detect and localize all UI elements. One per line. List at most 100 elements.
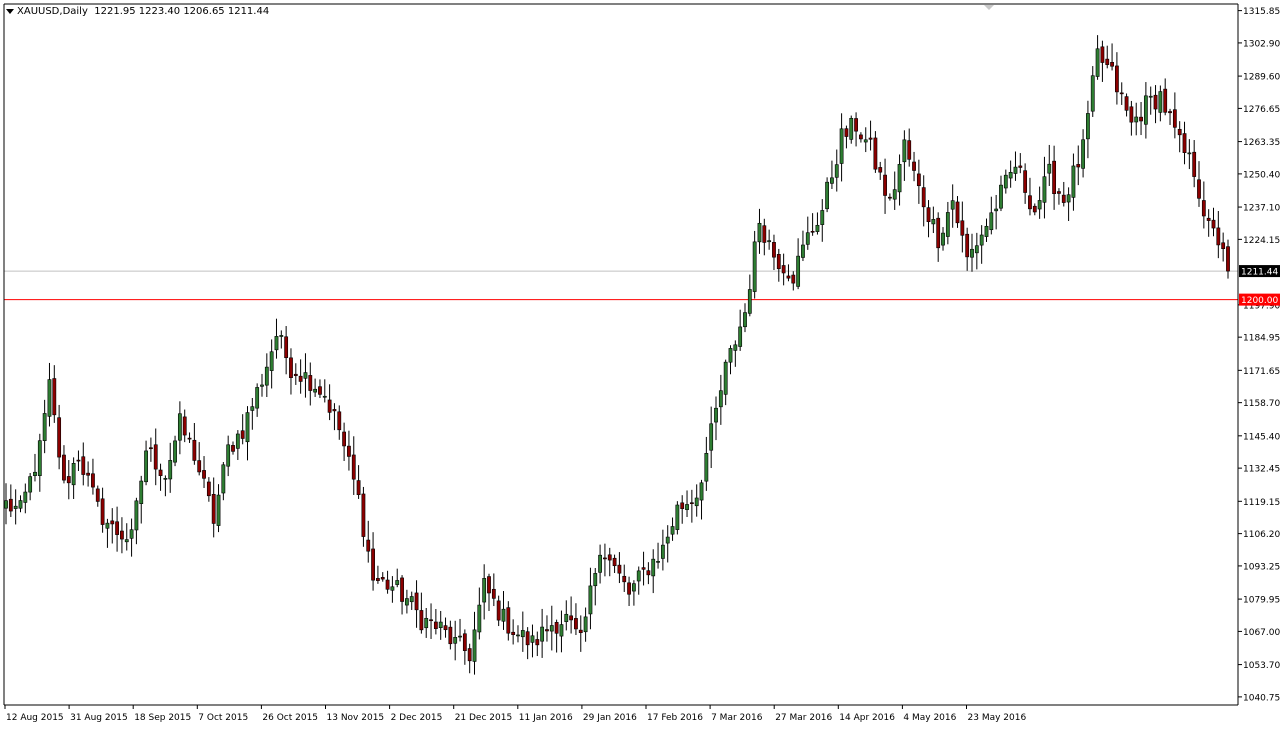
candle-body <box>974 245 979 254</box>
candle-body <box>501 608 506 622</box>
candle-body <box>1187 152 1192 155</box>
candle-body <box>1023 170 1028 193</box>
candle-body <box>206 481 211 497</box>
y-tick-label: 1132.45 <box>1243 465 1280 475</box>
y-tick-label: 1106.20 <box>1243 530 1280 540</box>
candle-body <box>458 635 462 638</box>
candle-body <box>472 629 477 662</box>
candle-body <box>134 500 139 531</box>
y-tick-label: 1237.10 <box>1243 204 1280 214</box>
candle-body <box>651 558 656 577</box>
candle-body <box>376 578 380 581</box>
candle-body <box>226 444 231 467</box>
chart-area[interactable]: 1315.85 1302.90 1289.60 1276.65 1263.35 1250.… <box>0 0 1282 726</box>
candle-body <box>516 634 520 637</box>
candle-body <box>931 219 936 225</box>
candle-body <box>1177 128 1182 136</box>
candle-body <box>757 222 762 243</box>
candle-body <box>883 174 887 196</box>
candle-body <box>274 336 279 351</box>
candle-body <box>1105 58 1110 65</box>
y-tick-label: 1263.35 <box>1243 138 1280 148</box>
candle-body <box>1143 95 1148 125</box>
candle-body <box>52 378 57 416</box>
candle-body <box>873 137 878 170</box>
candle-body <box>665 536 670 544</box>
candle-body <box>1221 242 1226 250</box>
candle-body <box>506 607 511 634</box>
candle-body <box>907 140 912 160</box>
candle-body <box>289 357 293 378</box>
candle-body <box>796 255 801 287</box>
y-tick-label: 1158.70 <box>1243 399 1280 409</box>
candle-body <box>366 539 371 552</box>
candle-body <box>979 234 984 246</box>
candle-body <box>308 375 313 391</box>
x-tick-label: 7 Mar 2016 <box>711 713 763 723</box>
candle-body <box>878 167 883 173</box>
candle-body <box>1216 227 1221 246</box>
candle-body <box>371 548 375 581</box>
y-tick-label: 1276.65 <box>1243 105 1280 115</box>
candle-body <box>887 196 892 199</box>
candle-body <box>487 576 491 594</box>
symbol-name: XAUUSD <box>17 6 60 17</box>
candle-body <box>554 622 559 634</box>
candle-body <box>62 454 66 481</box>
candle-body <box>202 470 206 479</box>
x-tick-label: 23 May 2016 <box>968 713 1027 723</box>
candle-body <box>453 637 458 644</box>
candle-body <box>414 592 419 611</box>
y-tick-label: 1040.75 <box>1243 693 1280 703</box>
candle-body <box>86 472 91 476</box>
y-tick-label: 1184.95 <box>1243 334 1280 344</box>
x-tick-label: 11 Jan 2016 <box>519 713 573 723</box>
candle-body <box>921 187 926 208</box>
candle-body <box>264 366 269 386</box>
candle-body <box>245 412 250 443</box>
candle-body <box>124 539 129 543</box>
x-tick-label: 31 Aug 2015 <box>70 713 128 723</box>
candle-body <box>1100 46 1105 63</box>
candle-body <box>834 164 839 178</box>
candle-body <box>221 464 226 494</box>
dropdown-triangle-icon[interactable] <box>6 8 14 14</box>
candle-body <box>153 444 158 470</box>
candle-body <box>902 139 907 163</box>
candle-body <box>675 504 680 530</box>
candle-body <box>641 567 646 570</box>
candle-body <box>926 207 931 223</box>
candle-body <box>279 335 284 337</box>
candle-body <box>433 621 438 629</box>
x-tick-label: 14 Apr 2016 <box>839 713 895 723</box>
candle-body <box>955 201 960 224</box>
y-tick-label: 1079.95 <box>1243 596 1280 606</box>
candle-body <box>801 244 805 258</box>
candle-body <box>342 431 347 447</box>
candle-body <box>1071 165 1076 198</box>
candle-body <box>685 504 689 510</box>
candle-body <box>525 631 530 646</box>
y-tick-label: 1224.15 <box>1243 236 1280 246</box>
candle-body <box>1003 174 1008 189</box>
candle-body <box>1206 217 1211 221</box>
candle-body <box>1139 116 1143 122</box>
candle-body <box>574 618 578 630</box>
candle-body <box>37 440 42 476</box>
candle-body <box>168 460 173 480</box>
candle-body <box>994 208 999 212</box>
candle-body <box>115 521 119 535</box>
candle-body <box>173 440 177 463</box>
candle-body <box>1066 194 1071 203</box>
candle-body <box>772 242 776 258</box>
candle-body <box>999 184 1003 209</box>
candle-body <box>762 225 767 243</box>
candle-body <box>448 626 453 645</box>
price-chart[interactable]: 1315.85 1302.90 1289.60 1276.65 1263.35 1250.… <box>0 0 1282 726</box>
candle-body <box>467 648 472 662</box>
candle-body <box>583 616 588 633</box>
candle-body <box>689 502 694 504</box>
candle-body <box>636 570 641 582</box>
candle-body <box>327 399 332 413</box>
candle-body <box>593 573 598 587</box>
